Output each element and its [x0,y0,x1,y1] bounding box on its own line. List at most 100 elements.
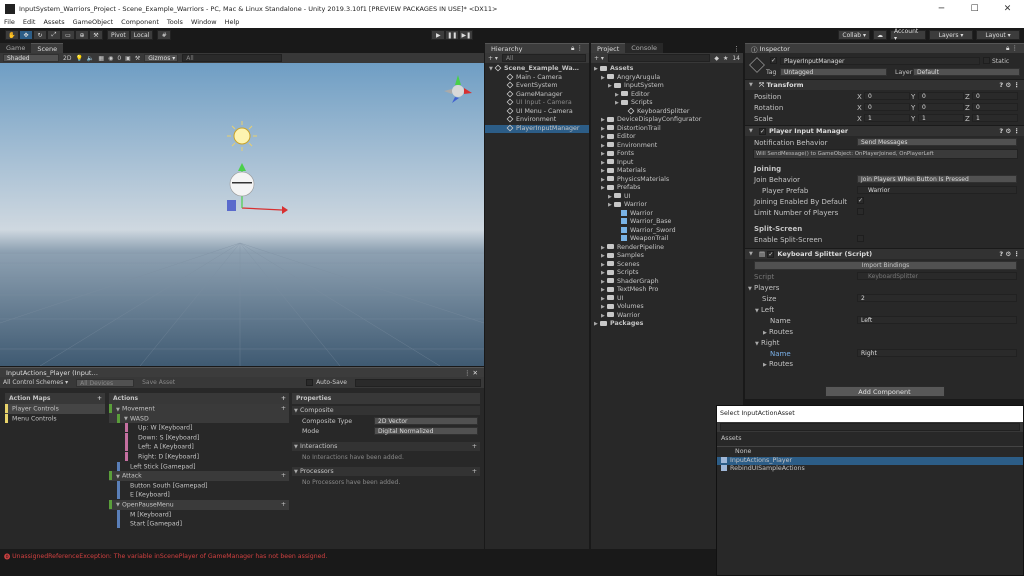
transform-z-field[interactable]: 1 [972,114,1018,122]
project-item[interactable]: ▶ Scripts [591,99,743,108]
ks-menu-icon[interactable]: ? ⚙ ⋮ [999,250,1020,258]
expand-arrow-icon[interactable]: ▼ [489,65,495,74]
transform-x-field[interactable]: 0 [864,103,910,111]
pivot-button[interactable]: Pivot [107,30,130,40]
project-item[interactable]: ▶ RenderPipeline [591,244,743,253]
tab-inspector[interactable]: ⓘ Inspector 🔒︎ ⋮ [745,43,1024,54]
autosave-checkbox[interactable] [306,379,314,386]
transform-z-field[interactable]: 0 [972,92,1018,100]
transform-y-field[interactable]: 0 [918,103,964,111]
play-button-icon[interactable]: ▶ [431,30,446,40]
pim-enable-checkbox[interactable]: ✓ [759,127,766,135]
step-button-icon[interactable]: ▶❚ [459,30,474,40]
devices-dropdown[interactable]: All Devices [76,378,135,387]
menu-component[interactable]: Component [117,17,163,28]
scene-canvas[interactable] [0,63,484,366]
keyboard-splitter-header[interactable]: ▼ ▤ ✓ Keyboard Splitter (Script)? ⚙ ⋮ [745,248,1024,259]
transform-header[interactable]: ▼ ⤧ Transform? ⚙ ⋮ [745,79,1024,90]
project-item[interactable]: ▶ Packages [591,320,743,329]
tab-game[interactable]: Game [0,43,32,53]
tab-input-actions[interactable]: InputActions_Player (Input… ⋮ ✕ [0,367,484,377]
enable-split-checkbox[interactable] [857,235,864,242]
processors-foldout[interactable]: ▼ Processors + [292,467,480,476]
pim-menu-icon[interactable]: ? ⚙ ⋮ [999,127,1020,135]
add-map-plus-icon[interactable]: + [97,395,102,402]
project-item[interactable]: ▶ Materials [591,167,743,176]
action-list-item[interactable]: ▼ Movement + [109,404,289,414]
minimize-button[interactable]: ─ [925,4,958,14]
transform-tool-icon[interactable]: ⊕ [75,30,89,40]
project-menu-icon[interactable]: ⋮ [733,45,743,53]
transform-x-field[interactable]: 1 [864,114,910,122]
collab-button[interactable]: Collab ▾ [838,30,870,40]
layout-dropdown[interactable]: Layout ▾ [976,30,1020,40]
project-item[interactable]: ▶ Environment [591,142,743,151]
project-item[interactable]: ▶ Volumes [591,303,743,312]
hidden-objects-icon[interactable]: ◉ [108,55,113,62]
ks-enable-checkbox[interactable]: ✓ [767,250,775,258]
project-item[interactable]: WeaponTrail [591,235,743,244]
project-item[interactable]: ▶ Assets [591,65,743,74]
hierarchy-item[interactable]: Main - Camera [485,73,589,83]
project-item[interactable]: ▶ Warrior [591,312,743,321]
action-list-item[interactable]: M [Keyboard] [109,509,289,520]
layer-dropdown[interactable]: Default [913,68,1020,76]
tab-project[interactable]: Project [591,43,626,53]
left-routes-foldout[interactable]: ▶ Routes [763,328,793,336]
project-item[interactable]: ▶ DeviceDisplayConfigurator [591,116,743,125]
right-routes-foldout[interactable]: ▶ Routes [763,360,793,368]
add-component-button[interactable]: Add Component [824,386,945,397]
action-list-item[interactable]: Up: W [Keyboard] [109,423,289,433]
project-item[interactable]: ▶ ShaderGraph [591,278,743,287]
mode-dropdown[interactable]: Digital Normalized [374,427,478,435]
tab-hierarchy[interactable]: Hierarchy 🔒︎ ⋮ [485,43,589,53]
composite-type-dropdown[interactable]: 2D Vector [374,417,478,425]
menu-tools[interactable]: Tools [163,17,187,28]
scene-viewport[interactable] [0,63,484,366]
hierarchy-item[interactable]: ▼ Scene_Example_Wa… [485,64,589,74]
transform-x-field[interactable]: 0 [864,92,910,100]
notification-dropdown[interactable]: Send Messages [857,138,1017,146]
asset-picker-item[interactable]: RebindUISampleActions [717,465,1023,474]
project-item[interactable]: ▶ DistortionTrail [591,125,743,134]
hierarchy-item[interactable]: EventSystem [485,81,589,91]
object-name-field[interactable]: PlayerInputManager [780,57,980,65]
filter-icon[interactable]: ◆ [714,55,719,62]
rect-tool-icon[interactable]: ▭ [61,30,75,40]
project-item[interactable]: Warrior_Base [591,218,743,227]
interactions-foldout[interactable]: ▼ Interactions + [292,442,480,451]
menu-help[interactable]: Help [221,17,244,28]
project-item[interactable]: KeyboardSplitter [591,107,743,117]
project-item[interactable]: ▶ Scripts [591,269,743,278]
pim-header[interactable]: ▼ ✓ Player Input Manager? ⚙ ⋮ [745,125,1024,136]
composite-foldout[interactable]: ▼ Composite [292,406,480,415]
player-prefab-field[interactable]: Warrior [857,186,1017,194]
project-item[interactable]: ▶ UI [591,193,743,202]
pause-button-icon[interactable]: ❚❚ [445,30,460,40]
action-list-item[interactable]: Right: D [Keyboard] [109,451,289,462]
asset-picker-item[interactable]: None [717,448,1023,457]
project-item[interactable]: ▶ Samples [591,252,743,261]
hierarchy-item[interactable]: Environment [485,115,589,125]
action-map-item[interactable]: Player Controls [5,404,105,414]
hierarchy-item[interactable]: PlayerInputManager [485,124,589,133]
static-checkbox[interactable] [983,57,990,64]
hierarchy-search-input[interactable]: All [501,54,586,62]
grid-snap-icon[interactable]: # [157,30,172,40]
project-item[interactable]: ▶ Prefabs [591,184,743,193]
project-item[interactable]: ▶ Editor [591,91,743,100]
cloud-icon[interactable]: ☁ [873,30,887,40]
tab-console[interactable]: Console [625,43,664,53]
action-list-item[interactable]: Down: S [Keyboard] [109,432,289,443]
transform-z-field[interactable]: 0 [972,103,1018,111]
limit-players-checkbox[interactable] [857,208,864,215]
status-bar[interactable]: ⓿ UnassignedReferenceException: The vari… [0,549,716,563]
tools-icon[interactable]: ⚒ [135,55,140,62]
input-actions-menu-icon[interactable]: ⋮ ✕ [464,369,478,377]
project-item[interactable]: ▶ Scenes [591,261,743,270]
action-list-item[interactable]: ▼ WASD [109,413,289,424]
project-item[interactable]: Warrior [591,209,743,219]
asset-picker-search-input[interactable] [720,423,1020,431]
menu-assets[interactable]: Assets [39,17,68,28]
action-list-item[interactable]: Left: A [Keyboard] [109,442,289,452]
